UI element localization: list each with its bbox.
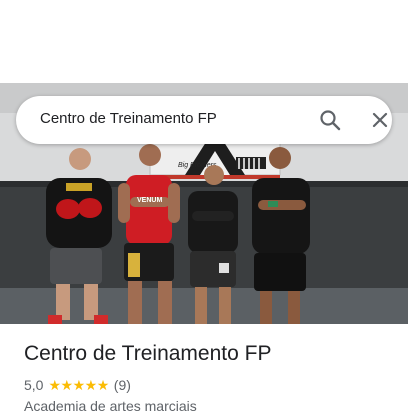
rating-value: 5,0 bbox=[24, 377, 44, 393]
star-icon: ★ bbox=[48, 377, 61, 393]
rating-row[interactable]: 5,0 ★ ★ ★ ★ ★ (9) bbox=[24, 376, 131, 394]
close-icon[interactable] bbox=[368, 108, 392, 132]
place-title[interactable]: Centro de Treinamento FP bbox=[24, 342, 271, 366]
top-blank-area bbox=[0, 0, 408, 83]
star-rating: ★ ★ ★ ★ ★ bbox=[48, 377, 110, 393]
star-icon: ★ bbox=[84, 377, 98, 393]
search-input[interactable]: Centro de Treinamento FP bbox=[40, 110, 217, 127]
place-info-panel: Centro de Treinamento FP 5,0 ★ ★ ★ ★ ★ (… bbox=[0, 324, 408, 414]
place-category: Academia de artes marciais bbox=[24, 398, 197, 414]
search-bar[interactable]: Centro de Treinamento FP bbox=[16, 96, 392, 144]
star-icon: ★ bbox=[72, 377, 86, 393]
star-icon: ★ bbox=[96, 377, 110, 393]
review-count[interactable]: (9) bbox=[114, 377, 131, 393]
shirt-text: VENUM bbox=[137, 197, 162, 204]
search-icon[interactable] bbox=[318, 108, 342, 132]
star-icon: ★ bbox=[60, 377, 74, 393]
